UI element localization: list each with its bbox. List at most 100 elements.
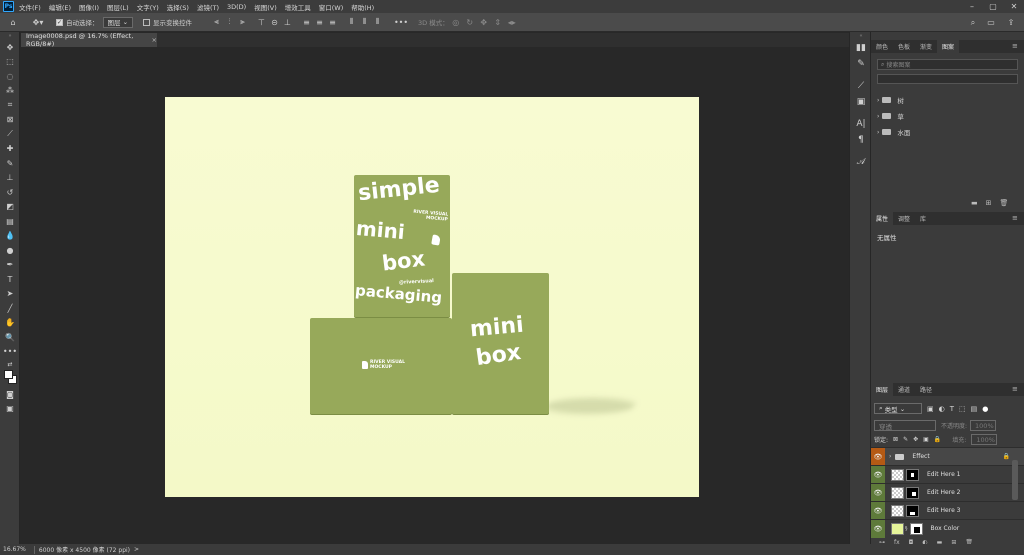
menu-window[interactable]: 窗口(W) bbox=[319, 2, 344, 12]
toolbar-collapse-icon[interactable]: » bbox=[0, 32, 20, 40]
visibility-eye-icon[interactable]: 👁 bbox=[871, 483, 885, 502]
layers-panel-menu-icon[interactable]: ≡ bbox=[1012, 385, 1018, 393]
eyedropper-tool-icon[interactable]: ⟋ bbox=[0, 127, 20, 142]
layer-row-edit-here-2[interactable]: 👁 Edit Here 2 bbox=[871, 483, 1024, 502]
swatch-panel-icon[interactable]: ▣ bbox=[850, 94, 872, 110]
3d-pan-icon[interactable]: ✥ bbox=[477, 13, 491, 32]
3d-slide-icon[interactable]: ⇕ bbox=[491, 13, 505, 32]
brush-settings-icon[interactable]: ✎ bbox=[850, 56, 872, 72]
auto-select-checkbox[interactable]: ✓ bbox=[56, 18, 63, 26]
layer-row-edit-here-1[interactable]: 👁 Edit Here 1 bbox=[871, 465, 1024, 484]
pattern-group[interactable]: › 树 bbox=[877, 92, 1018, 108]
tab-paths[interactable]: 路径 bbox=[915, 383, 937, 396]
tab-patterns[interactable]: 图案 bbox=[937, 40, 960, 53]
distribute-left-icon[interactable]: ⦀ bbox=[345, 13, 358, 32]
magic-wand-tool-icon[interactable]: ⁂ bbox=[0, 84, 20, 99]
eraser-tool-icon[interactable]: ◩ bbox=[0, 200, 20, 215]
visibility-eye-icon[interactable]: 👁 bbox=[871, 465, 885, 484]
history-panel-icon[interactable]: ▮▮ bbox=[850, 40, 872, 56]
distribute-middle-icon[interactable]: ≡ bbox=[313, 13, 326, 32]
document-tab-close-icon[interactable]: × bbox=[152, 36, 157, 44]
clone-stamp-tool-icon[interactable]: ⊥ bbox=[0, 171, 20, 186]
swap-colors-icon[interactable]: ⇄ bbox=[0, 359, 20, 369]
adjustments-panel-icon[interactable]: ⟋ bbox=[850, 78, 872, 94]
dock-collapse-icon[interactable]: « bbox=[850, 32, 872, 40]
visibility-eye-icon[interactable]: 👁 bbox=[871, 519, 885, 538]
pen-tool-icon[interactable]: ✒ bbox=[0, 258, 20, 273]
menu-layer[interactable]: 图层(L) bbox=[107, 2, 129, 12]
line-tool-icon[interactable]: ╱ bbox=[0, 301, 20, 316]
pattern-group[interactable]: › 水面 bbox=[877, 124, 1018, 140]
tab-properties[interactable]: 属性 bbox=[871, 212, 894, 225]
brush-tool-icon[interactable]: ✎ bbox=[0, 156, 20, 171]
gradient-tool-icon[interactable]: ▤ bbox=[0, 214, 20, 229]
tab-libraries[interactable]: 库 bbox=[915, 212, 931, 225]
menu-view[interactable]: 视图(V) bbox=[254, 2, 277, 12]
new-group-icon[interactable]: ▬ bbox=[971, 199, 978, 207]
layer-row-edit-here-3[interactable]: 👁 Edit Here 3 bbox=[871, 501, 1024, 520]
crop-tool-icon[interactable]: ⌗ bbox=[0, 98, 20, 113]
history-brush-tool-icon[interactable]: ↺ bbox=[0, 185, 20, 200]
properties-panel-menu-icon[interactable]: ≡ bbox=[1012, 214, 1018, 222]
marquee-tool-icon[interactable]: ⬚ bbox=[0, 55, 20, 70]
dodge-tool-icon[interactable]: ● bbox=[0, 243, 20, 258]
document-tab[interactable]: Image0008.psd @ 16.7% (Effect, RGB/8#) × bbox=[21, 32, 157, 48]
layer-filter-kind-dropdown[interactable]: ⌕ 类型 ⌄ bbox=[874, 403, 922, 414]
edit-toolbar-icon[interactable]: ••• bbox=[0, 345, 20, 360]
pattern-size-slider[interactable] bbox=[877, 74, 1018, 84]
move-tool-icon[interactable]: ✥ bbox=[0, 40, 20, 55]
auto-select-target-dropdown[interactable]: 图层 ⌄ bbox=[102, 16, 134, 28]
menu-help[interactable]: 帮助(H) bbox=[351, 2, 374, 12]
layer-row-effect[interactable]: 👁 › Effect 🔒 bbox=[871, 447, 1024, 466]
lock-position-icon[interactable]: ✥ bbox=[913, 436, 918, 443]
blur-tool-icon[interactable]: 💧 bbox=[0, 229, 20, 244]
3d-orbit-icon[interactable]: ◎ bbox=[449, 13, 463, 32]
paragraph-panel-icon[interactable]: ¶ bbox=[850, 132, 872, 148]
layers-scrollbar[interactable] bbox=[1012, 460, 1018, 500]
3d-scale-icon[interactable]: ◂▸ bbox=[505, 13, 519, 32]
visibility-eye-icon[interactable]: 👁 bbox=[871, 501, 885, 520]
chevron-right-icon[interactable]: › bbox=[889, 453, 891, 460]
filter-shape-icon[interactable]: ⬚ bbox=[959, 405, 966, 413]
search-icon[interactable]: ⌕ bbox=[966, 13, 980, 32]
blend-mode-dropdown[interactable]: 穿透 bbox=[874, 420, 936, 431]
visibility-eye-icon[interactable]: 👁 bbox=[871, 447, 885, 466]
menu-filter[interactable]: 滤镜(T) bbox=[197, 2, 219, 12]
tab-swatches[interactable]: 色板 bbox=[893, 40, 915, 53]
align-bottom-icon[interactable]: ⊥ bbox=[281, 13, 294, 32]
workspace-icon[interactable]: ▭ bbox=[984, 13, 998, 32]
filter-type-icon[interactable]: T bbox=[950, 405, 954, 413]
distribute-bottom-icon[interactable]: ≡ bbox=[326, 13, 339, 32]
type-tool-icon[interactable]: T bbox=[0, 272, 20, 287]
libraries-panel-menu-icon[interactable]: ≡ bbox=[1012, 42, 1018, 50]
lock-artboard-icon[interactable]: ▣ bbox=[923, 436, 929, 443]
menu-type[interactable]: 文字(Y) bbox=[137, 2, 159, 12]
zoom-level[interactable]: 16.67% bbox=[3, 546, 26, 553]
pattern-search-input[interactable]: ⌕ 搜索图案 bbox=[877, 59, 1018, 70]
lock-all-icon[interactable]: 🔒 bbox=[934, 436, 941, 443]
align-middle-icon[interactable]: ⊝ bbox=[268, 13, 281, 32]
screen-mode-icon[interactable]: ▣ bbox=[0, 402, 20, 417]
new-pattern-icon[interactable]: ⊞ bbox=[986, 199, 992, 207]
menu-3d[interactable]: 3D(D) bbox=[227, 3, 246, 11]
move-tool-options-icon[interactable]: ✥▾ bbox=[26, 13, 50, 32]
align-top-icon[interactable]: ⊤ bbox=[255, 13, 268, 32]
color-swatches[interactable] bbox=[0, 369, 20, 387]
tab-gradients[interactable]: 渐变 bbox=[915, 40, 937, 53]
3d-roll-icon[interactable]: ↻ bbox=[463, 13, 477, 32]
healing-brush-tool-icon[interactable]: ✚ bbox=[0, 142, 20, 157]
glyphs-panel-icon[interactable]: 𝒜 bbox=[850, 154, 872, 170]
status-menu-arrow[interactable]: > bbox=[134, 546, 139, 553]
lasso-tool-icon[interactable]: ◌ bbox=[0, 69, 20, 84]
filter-adjustment-icon[interactable]: ◐ bbox=[939, 405, 945, 413]
character-panel-icon[interactable]: A| bbox=[850, 116, 872, 132]
tab-layers[interactable]: 图层 bbox=[871, 383, 894, 396]
menu-select[interactable]: 选择(S) bbox=[167, 2, 189, 12]
filter-smart-object-icon[interactable]: ▤ bbox=[971, 405, 978, 413]
align-right-icon[interactable]: ⫸ bbox=[236, 13, 249, 32]
fill-input[interactable]: 100% bbox=[971, 434, 998, 445]
layer-row-box-color[interactable]: 👁 § Box Color bbox=[871, 519, 1024, 538]
share-icon[interactable]: ⇪ bbox=[1003, 13, 1019, 32]
show-transform-checkbox[interactable] bbox=[143, 18, 151, 26]
tab-channels[interactable]: 通道 bbox=[893, 383, 915, 396]
